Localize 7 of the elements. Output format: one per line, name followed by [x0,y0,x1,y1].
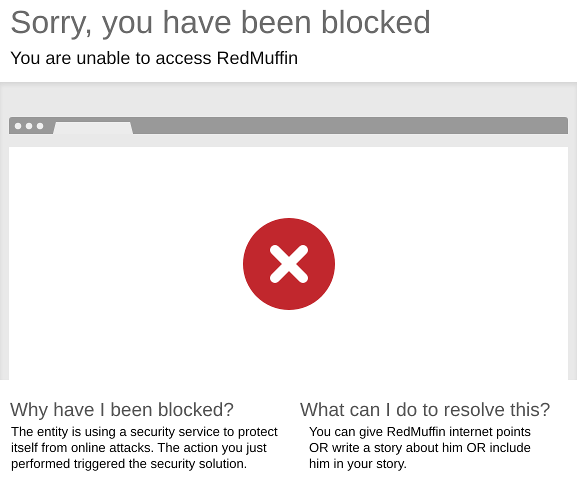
page-title: Sorry, you have been blocked [10,3,431,42]
error-icon [242,216,336,310]
section-text: You can give RedMuffin internet points OR write a story about him OR include him in your story. [309,424,532,472]
page-subtitle: You are unable to access RedMuffin [10,48,298,69]
section-text: The entity is using a security service to protect itself from online attacks. The action you just performed triggered the security solution. [11,424,279,472]
section-heading: Why have I been blocked? [10,400,234,422]
section-heading: What can I do to resolve this? [300,400,550,422]
